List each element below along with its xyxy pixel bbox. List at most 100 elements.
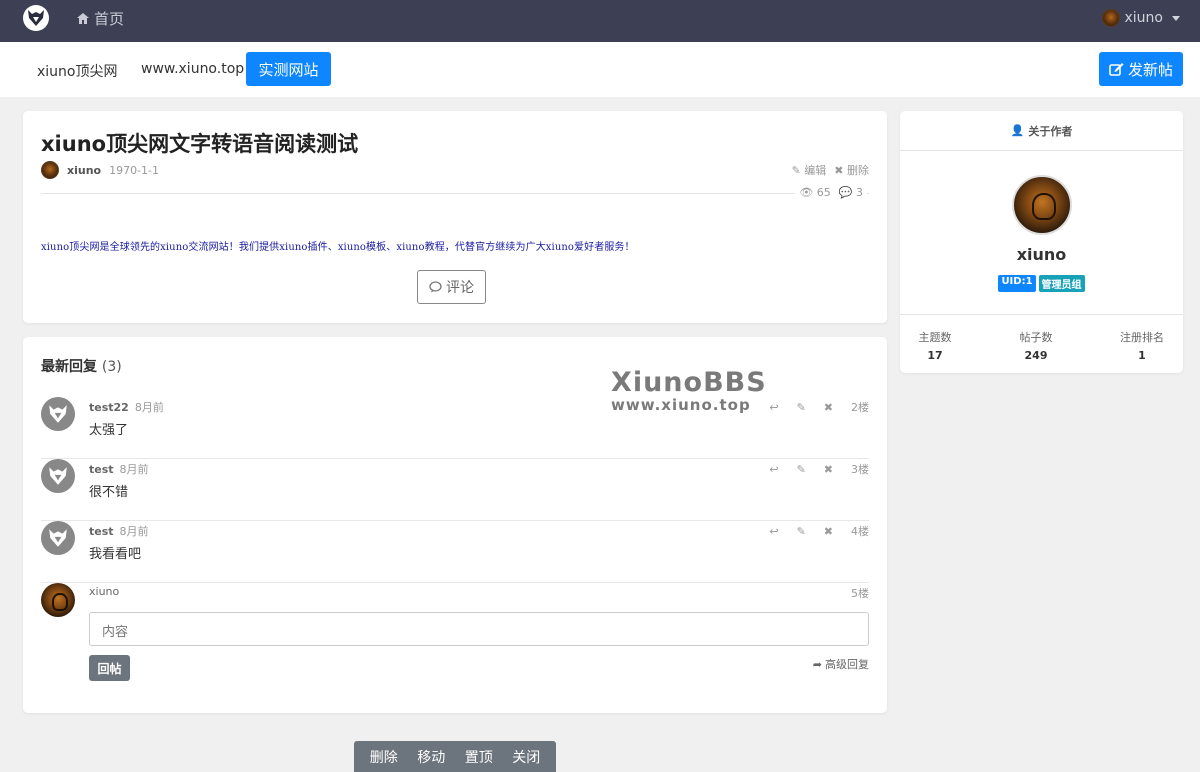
edit-icon: [1109, 63, 1124, 76]
reply-avatar[interactable]: [41, 521, 75, 555]
reply-item: test22 8月前 太强了 ↩ ✎ ✖ 2楼: [41, 397, 869, 459]
post-meta: xiuno 1970-1-1: [41, 161, 159, 179]
uid-badge: UID:1: [998, 275, 1036, 292]
reply-delete-icon[interactable]: ✖: [824, 525, 833, 538]
reply-avatar[interactable]: [41, 459, 75, 493]
post-body: xiuno顶尖网是全球领先的xiuno交流网站！我们提供xiuno插件、xiun…: [41, 242, 635, 253]
reply-edit-icon[interactable]: ✎: [797, 525, 806, 538]
reply-time: 8月前: [119, 463, 149, 476]
reply-delete-icon[interactable]: ✖: [824, 463, 833, 476]
reply-author[interactable]: test 8月前: [89, 461, 149, 477]
reply-time: 8月前: [119, 525, 149, 538]
home-label: 首页: [94, 10, 125, 28]
stat-posts: 帖子数 249: [996, 329, 1076, 362]
new-post-button[interactable]: 发新帖: [1099, 52, 1183, 86]
share-forward-icon: ➦: [812, 657, 822, 671]
reply-item: test 8月前 很不错 ↩ ✎ ✖ 3楼: [41, 459, 869, 521]
author-card: 👤 关于作者 xiuno UID:1 管理员组 主题数 17 帖子数 249 注册排…: [900, 111, 1183, 373]
sub-navbar: xiuno顶尖网 www.xiuno.top 实测网站 发新帖: [0, 42, 1200, 97]
reply-floor: 3楼: [851, 463, 869, 476]
stat-rank: 注册排名 1: [1102, 329, 1182, 362]
author-avatar[interactable]: [41, 161, 59, 179]
stat-value: 249: [1024, 349, 1048, 362]
author-name[interactable]: xiuno: [900, 245, 1183, 264]
reply-text: 很不错: [89, 485, 129, 500]
advanced-reply-link[interactable]: ➦ 高级回复: [813, 656, 869, 672]
group-badge: 管理员组: [1038, 275, 1085, 292]
reply-actions: ↩ ✎ ✖ 2楼: [769, 399, 869, 415]
reply-edit-icon[interactable]: ✎: [797, 463, 806, 476]
edit-label: 编辑: [804, 164, 827, 177]
new-post-label: 发新帖: [1127, 60, 1173, 79]
composer-user: xiuno: [89, 585, 120, 598]
author-badges: UID:1 管理员组: [900, 275, 1183, 292]
edit-post-button[interactable]: ✎ 编辑: [792, 162, 827, 178]
reply-item: test 8月前 我看看吧 ↩ ✎ ✖ 4楼: [41, 521, 869, 583]
reply-avatar[interactable]: [41, 397, 75, 431]
eye-icon: 👁: [799, 186, 814, 199]
stat-value: 1: [1138, 349, 1146, 362]
comments-count: 💬 3: [839, 186, 863, 199]
submit-reply-label: 回帖: [97, 661, 122, 676]
post-date: 1970-1-1: [109, 163, 160, 177]
reply-actions: ↩ ✎ ✖ 4楼: [769, 523, 869, 539]
advanced-reply-label: 高级回复: [825, 658, 869, 671]
divider: [41, 193, 869, 194]
views-value: 65: [816, 186, 831, 199]
submit-reply-button[interactable]: 回帖: [89, 655, 130, 681]
author-avatar-large[interactable]: [1012, 175, 1072, 235]
home-link[interactable]: 首页: [77, 8, 124, 29]
subnav-link-xiuno-top[interactable]: www.xiuno.top: [141, 61, 244, 77]
post-stats: 👁 65 💬 3: [795, 186, 867, 199]
delete-post-button[interactable]: ✖ 删除: [834, 162, 869, 178]
watermark-line1: XiunoBBS: [611, 367, 767, 398]
reply-user: test: [89, 525, 114, 538]
mod-close-button[interactable]: 关闭: [512, 747, 540, 767]
reply-delete-icon[interactable]: ✖: [824, 401, 833, 414]
replies-heading-text: 最新回复: [41, 359, 97, 375]
replies-heading: 最新回复 (3): [41, 356, 122, 376]
reply-author[interactable]: test 8月前: [89, 523, 149, 539]
user-menu[interactable]: xiuno: [1101, 9, 1180, 27]
reply-user: test: [89, 463, 114, 476]
user-name: xiuno: [1124, 10, 1164, 26]
stat-label: 主题数: [918, 331, 952, 344]
comment-icon: 💬: [838, 186, 853, 199]
post-author[interactable]: xiuno: [67, 164, 101, 177]
reply-content-input[interactable]: 内容: [89, 612, 869, 646]
reply-composer: xiuno 5楼 内容 回帖 ➦ 高级回复: [41, 583, 869, 693]
subnav-active-tab[interactable]: 实测网站: [246, 52, 331, 86]
mod-delete-button[interactable]: 删除: [370, 747, 398, 767]
site-logo-icon[interactable]: [23, 5, 49, 31]
reply-time: 8月前: [134, 401, 164, 414]
mod-move-button[interactable]: 移动: [417, 747, 445, 767]
home-icon: [77, 13, 89, 24]
composer-floor: 5楼: [851, 587, 869, 600]
reply-quote-icon[interactable]: ↩: [769, 525, 778, 538]
user-icon: 👤: [1010, 124, 1025, 137]
reply-quote-icon[interactable]: ↩: [769, 463, 778, 476]
composer-avatar: [41, 583, 75, 617]
reply-floor: 2楼: [851, 401, 869, 414]
chevron-down-icon: [1172, 15, 1180, 21]
reply-floor: 4楼: [851, 525, 869, 538]
delete-label: 删除: [847, 164, 869, 177]
reply-content-placeholder: 内容: [102, 625, 129, 640]
reply-edit-icon[interactable]: ✎: [797, 401, 806, 414]
top-navbar: 首页 xiuno: [0, 0, 1200, 42]
author-card-header: 👤 关于作者: [900, 111, 1183, 151]
comment-label: 评论: [446, 280, 474, 296]
stat-value: 17: [927, 349, 943, 362]
user-avatar: [1101, 9, 1120, 27]
comment-button[interactable]: 评论: [417, 270, 486, 304]
reply-quote-icon[interactable]: ↩: [769, 401, 778, 414]
replies-card: 最新回复 (3) XiunoBBS www.xiuno.top test22 8月…: [23, 337, 887, 713]
composer-floor-wrap: 5楼: [851, 585, 869, 601]
reply-author[interactable]: test22 8月前: [89, 399, 164, 415]
stat-threads: 主题数 17: [895, 329, 975, 362]
reply-actions: ↩ ✎ ✖ 3楼: [769, 461, 869, 477]
subnav-link-xiuno-top-cn[interactable]: xiuno顶尖网: [37, 61, 118, 81]
comments-value: 3: [856, 186, 863, 199]
mod-pin-button[interactable]: 置顶: [465, 747, 493, 767]
post-actions: ✎ 编辑 ✖ 删除: [792, 162, 869, 178]
